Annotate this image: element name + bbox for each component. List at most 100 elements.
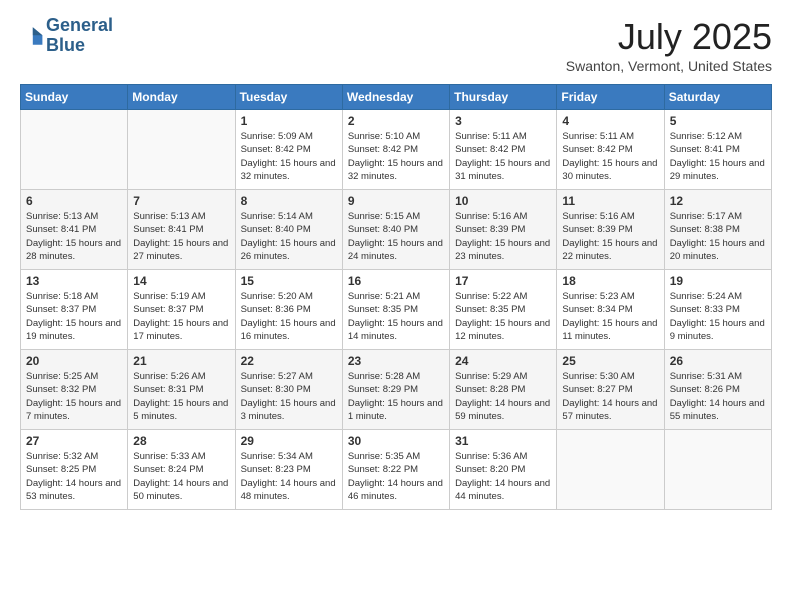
calendar-cell (664, 430, 771, 510)
day-detail: Sunrise: 5:30 AMSunset: 8:27 PMDaylight:… (562, 370, 658, 423)
month-title: July 2025 (566, 16, 772, 58)
day-detail: Sunrise: 5:18 AMSunset: 8:37 PMDaylight:… (26, 290, 122, 343)
calendar-cell: 4Sunrise: 5:11 AMSunset: 8:42 PMDaylight… (557, 110, 664, 190)
calendar-cell (21, 110, 128, 190)
calendar-cell: 9 Sunrise: 5:15 AMSunset: 8:40 PMDaylight… (342, 190, 449, 270)
calendar-cell: 28 Sunrise: 5:33 AMSunset: 8:24 PMDayligh… (128, 430, 235, 510)
day-detail: Sunrise: 5:33 AMSunset: 8:24 PMDaylight:… (133, 450, 229, 503)
day-of-week-header: Thursday (450, 85, 557, 110)
day-number: 28 (133, 434, 229, 448)
day-of-week-header: Sunday (21, 85, 128, 110)
day-number: 5 (670, 114, 766, 128)
day-detail: Sunrise: 5:10 AMSunset: 8:42 PMDaylight:… (348, 130, 444, 183)
day-detail: Sunrise: 5:27 AMSunset: 8:30 PMDaylight:… (241, 370, 337, 423)
day-detail: Sunrise: 5:24 AMSunset: 8:33 PMDaylight:… (670, 290, 766, 343)
day-detail: Sunrise: 5:16 AMSunset: 8:39 PMDaylight:… (562, 210, 658, 263)
logo-line1: General (46, 16, 113, 36)
day-number: 30 (348, 434, 444, 448)
day-number: 15 (241, 274, 337, 288)
calendar-cell: 20 Sunrise: 5:25 AMSunset: 8:32 PMDayligh… (21, 350, 128, 430)
calendar-cell: 14Sunrise: 5:19 AMSunset: 8:37 PMDayligh… (128, 270, 235, 350)
page-header: General Blue July 2025 Swanton, Vermont,… (20, 16, 772, 74)
day-number: 27 (26, 434, 122, 448)
location: Swanton, Vermont, United States (566, 58, 772, 74)
day-detail: Sunrise: 5:12 AMSunset: 8:41 PMDaylight:… (670, 130, 766, 183)
day-detail: Sunrise: 5:31 AMSunset: 8:26 PMDaylight:… (670, 370, 766, 423)
day-detail: Sunrise: 5:13 AMSunset: 8:41 PMDaylight:… (133, 210, 229, 263)
day-detail: Sunrise: 5:28 AMSunset: 8:29 PMDaylight:… (348, 370, 444, 423)
day-of-week-header: Saturday (664, 85, 771, 110)
calendar-cell: 27 Sunrise: 5:32 AMSunset: 8:25 PMDayligh… (21, 430, 128, 510)
day-number: 1 (241, 114, 337, 128)
day-detail: Sunrise: 5:23 AMSunset: 8:34 PMDaylight:… (562, 290, 658, 343)
logo-line2: Blue (46, 36, 113, 56)
day-detail: Sunrise: 5:36 AMSunset: 8:20 PMDaylight:… (455, 450, 551, 503)
calendar-cell: 12 Sunrise: 5:17 AMSunset: 8:38 PMDayligh… (664, 190, 771, 270)
calendar-cell: 29Sunrise: 5:34 AMSunset: 8:23 PMDayligh… (235, 430, 342, 510)
day-number: 18 (562, 274, 658, 288)
logo-text: General Blue (46, 16, 113, 56)
calendar-cell: 1 Sunrise: 5:09 AMSunset: 8:42 PMDaylight… (235, 110, 342, 190)
day-number: 8 (241, 194, 337, 208)
day-detail: Sunrise: 5:25 AMSunset: 8:32 PMDaylight:… (26, 370, 122, 423)
day-number: 3 (455, 114, 551, 128)
day-detail: Sunrise: 5:21 AMSunset: 8:35 PMDaylight:… (348, 290, 444, 343)
calendar-cell (128, 110, 235, 190)
calendar-cell: 18 Sunrise: 5:23 AMSunset: 8:34 PMDayligh… (557, 270, 664, 350)
day-number: 29 (241, 434, 337, 448)
day-detail: Sunrise: 5:11 AMSunset: 8:42 PMDaylight:… (455, 130, 551, 183)
day-number: 17 (455, 274, 551, 288)
day-number: 24 (455, 354, 551, 368)
calendar-cell: 2 Sunrise: 5:10 AMSunset: 8:42 PMDaylight… (342, 110, 449, 190)
day-number: 21 (133, 354, 229, 368)
calendar-cell: 6Sunrise: 5:13 AMSunset: 8:41 PMDaylight… (21, 190, 128, 270)
calendar-cell: 10Sunrise: 5:16 AMSunset: 8:39 PMDayligh… (450, 190, 557, 270)
day-detail: Sunrise: 5:35 AMSunset: 8:22 PMDaylight:… (348, 450, 444, 503)
day-number: 4 (562, 114, 658, 128)
calendar-cell: 16 Sunrise: 5:21 AMSunset: 8:35 PMDayligh… (342, 270, 449, 350)
calendar-cell: 24Sunrise: 5:29 AMSunset: 8:28 PMDayligh… (450, 350, 557, 430)
calendar-cell: 30 Sunrise: 5:35 AMSunset: 8:22 PMDayligh… (342, 430, 449, 510)
day-number: 22 (241, 354, 337, 368)
day-number: 11 (562, 194, 658, 208)
calendar-cell: 13Sunrise: 5:18 AMSunset: 8:37 PMDayligh… (21, 270, 128, 350)
calendar-cell: 11 Sunrise: 5:16 AMSunset: 8:39 PMDayligh… (557, 190, 664, 270)
day-number: 23 (348, 354, 444, 368)
day-detail: Sunrise: 5:09 AMSunset: 8:42 PMDaylight:… (241, 130, 337, 183)
day-number: 19 (670, 274, 766, 288)
day-number: 25 (562, 354, 658, 368)
day-number: 10 (455, 194, 551, 208)
day-detail: Sunrise: 5:17 AMSunset: 8:38 PMDaylight:… (670, 210, 766, 263)
calendar-cell: 21 Sunrise: 5:26 AMSunset: 8:31 PMDayligh… (128, 350, 235, 430)
day-number: 9 (348, 194, 444, 208)
calendar-week-row: 1 Sunrise: 5:09 AMSunset: 8:42 PMDaylight… (21, 110, 772, 190)
day-number: 7 (133, 194, 229, 208)
calendar-cell: 25 Sunrise: 5:30 AMSunset: 8:27 PMDayligh… (557, 350, 664, 430)
calendar-cell: 26Sunrise: 5:31 AMSunset: 8:26 PMDayligh… (664, 350, 771, 430)
day-number: 16 (348, 274, 444, 288)
day-detail: Sunrise: 5:15 AMSunset: 8:40 PMDaylight:… (348, 210, 444, 263)
day-number: 20 (26, 354, 122, 368)
calendar-week-row: 20 Sunrise: 5:25 AMSunset: 8:32 PMDayligh… (21, 350, 772, 430)
day-number: 6 (26, 194, 122, 208)
day-detail: Sunrise: 5:22 AMSunset: 8:35 PMDaylight:… (455, 290, 551, 343)
day-detail: Sunrise: 5:32 AMSunset: 8:25 PMDaylight:… (26, 450, 122, 503)
day-number: 2 (348, 114, 444, 128)
day-detail: Sunrise: 5:20 AMSunset: 8:36 PMDaylight:… (241, 290, 337, 343)
calendar-week-row: 6 Sunrise: 5:13 AMSunset: 8:41 PMDaylight… (21, 190, 772, 270)
calendar-cell: 5 Sunrise: 5:12 AMSunset: 8:41 PMDaylight… (664, 110, 771, 190)
calendar-header-row: SundayMondayTuesdayWednesdayThursdayFrid… (21, 85, 772, 110)
day-of-week-header: Friday (557, 85, 664, 110)
calendar-cell: 23 Sunrise: 5:28 AMSunset: 8:29 PMDayligh… (342, 350, 449, 430)
calendar-cell: 31Sunrise: 5:36 AMSunset: 8:20 PMDayligh… (450, 430, 557, 510)
calendar-cell: 15 Sunrise: 5:20 AMSunset: 8:36 PMDayligh… (235, 270, 342, 350)
calendar-week-row: 27 Sunrise: 5:32 AMSunset: 8:25 PMDayligh… (21, 430, 772, 510)
day-of-week-header: Monday (128, 85, 235, 110)
day-detail: Sunrise: 5:26 AMSunset: 8:31 PMDaylight:… (133, 370, 229, 423)
day-detail: Sunrise: 5:14 AMSunset: 8:40 PMDaylight:… (241, 210, 337, 263)
calendar-cell: 7 Sunrise: 5:13 AMSunset: 8:41 PMDaylight… (128, 190, 235, 270)
day-number: 12 (670, 194, 766, 208)
calendar-week-row: 13Sunrise: 5:18 AMSunset: 8:37 PMDayligh… (21, 270, 772, 350)
day-of-week-header: Tuesday (235, 85, 342, 110)
logo-icon (20, 24, 44, 48)
